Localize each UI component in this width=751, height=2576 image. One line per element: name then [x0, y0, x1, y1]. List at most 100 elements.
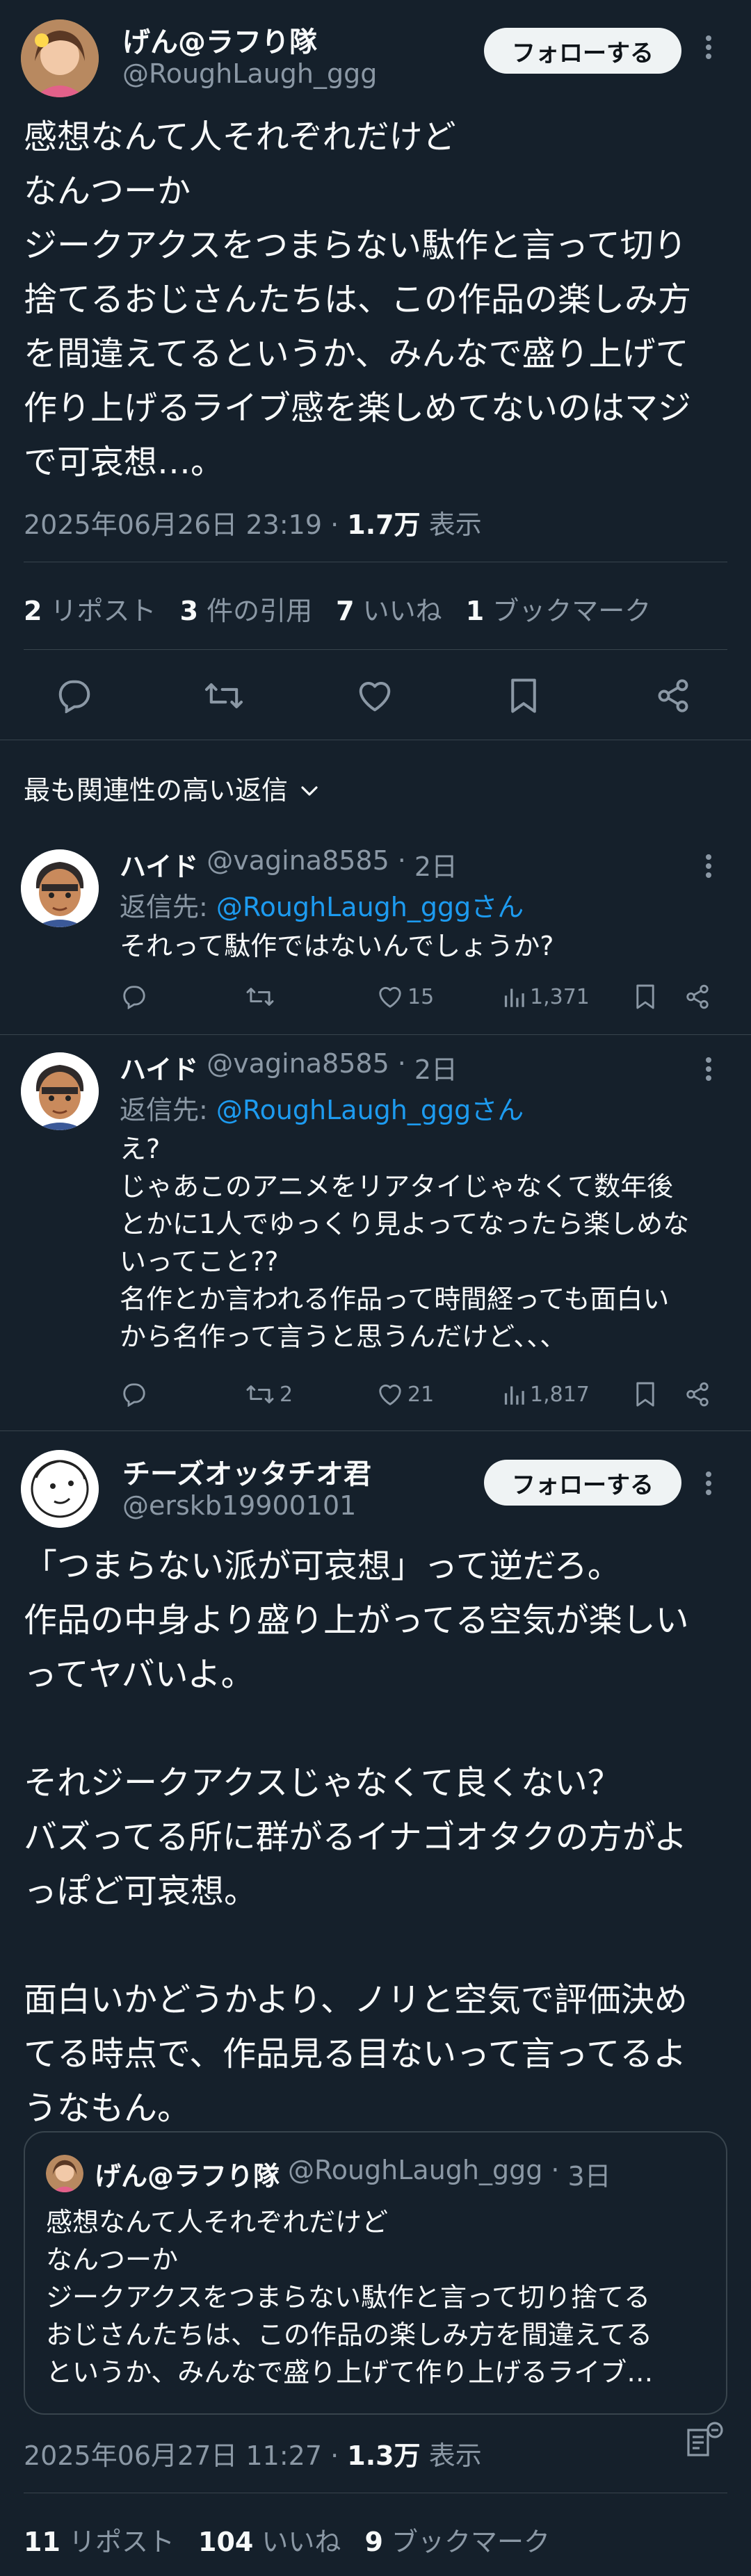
- bookmarks-label: ブックマーク: [492, 596, 652, 626]
- quotes-count: 3: [179, 596, 199, 626]
- avatar[interactable]: [21, 1450, 99, 1528]
- reply-text: それって駄作ではないんでしょうか?: [120, 931, 554, 961]
- reply-icon[interactable]: [56, 678, 93, 713]
- more-options-icon[interactable]: [704, 852, 713, 885]
- more-options-icon[interactable]: [704, 1469, 713, 1502]
- author-name[interactable]: げん@ラフり隊: [122, 19, 317, 60]
- repost-action[interactable]: [245, 984, 280, 1009]
- tweet-line: 感想なんて人それぞれだけど: [24, 117, 456, 156]
- reply-to: 返信先: @RoughLaugh_gggさん: [120, 886, 524, 924]
- like-icon[interactable]: [356, 678, 394, 713]
- view-count: 1.3万: [347, 2440, 421, 2471]
- views-icon: [504, 988, 524, 1007]
- reply-text: え? じゃあこのアニメをリアタイじゃなくて数年後 とかに1人でゆっくり見よってな…: [120, 1134, 690, 1352]
- reply-to: 返信先: @RoughLaugh_gggさん: [120, 1089, 524, 1127]
- reply-time[interactable]: 2日: [414, 1048, 458, 1086]
- time-separator: ·: [551, 2155, 560, 2185]
- likes-label: いいね: [261, 2527, 341, 2557]
- bookmarks-stat[interactable]: 1 ブックマーク: [466, 589, 652, 628]
- reply-to-link[interactable]: @RoughLaugh_gggさん: [216, 1095, 524, 1125]
- more-options-icon[interactable]: [704, 1055, 713, 1088]
- repost-action[interactable]: 2: [245, 1382, 293, 1407]
- likes-count: 7: [336, 596, 355, 626]
- views-count: 1,817: [530, 1382, 590, 1407]
- bookmarks-stat[interactable]: 9 ブックマーク: [364, 2520, 550, 2559]
- timestamp[interactable]: 2025年06月27日 11:27: [24, 2440, 322, 2471]
- reposts-stat[interactable]: 11 リポスト: [24, 2520, 175, 2559]
- reposts-label: リポスト: [50, 596, 156, 626]
- views-icon: [504, 1386, 524, 1405]
- like-action[interactable]: 15: [377, 984, 434, 1009]
- views-action[interactable]: 1,371: [502, 984, 590, 1009]
- quoted-author-name: げん@ラフり隊: [95, 2161, 280, 2192]
- divider: [24, 649, 727, 650]
- like-action[interactable]: 21: [377, 1382, 434, 1407]
- quotes-stat[interactable]: 3 件の引用: [180, 589, 313, 628]
- follow-button[interactable]: フォローする: [484, 1460, 681, 1506]
- avatar[interactable]: [21, 849, 99, 927]
- like-icon: [379, 986, 401, 1008]
- grok-icon[interactable]: [683, 2422, 725, 2466]
- author-handle[interactable]: @vagina8585: [207, 1048, 389, 1086]
- reply-to-label: 返信先:: [120, 1095, 216, 1125]
- bookmark-icon[interactable]: [634, 983, 656, 1013]
- author-handle[interactable]: @vagina8585: [207, 845, 389, 883]
- time-separator: ·: [397, 1048, 406, 1079]
- tweet-meta: 2025年06月27日 11:27 · 1.3万 表示: [24, 2434, 482, 2472]
- likes-stat[interactable]: 104 いいね: [198, 2520, 341, 2559]
- author-handle[interactable]: @erskb19900101: [122, 1490, 356, 1521]
- tweet-text: 感想なんて人それぞれだけど なんつーか ジークアクスをつまらない駄作と言って切り…: [24, 110, 733, 489]
- tweet-line: を間違えてるというか、みんなで盛り上げて: [24, 334, 689, 373]
- share-icon[interactable]: [684, 1380, 711, 1411]
- like-icon: [379, 1384, 401, 1405]
- like-count: 21: [407, 1382, 435, 1407]
- repost-icon: [246, 1385, 274, 1403]
- reposts-label: リポスト: [68, 2527, 175, 2557]
- reply-header: ハイド @vagina8585 · 2日: [120, 845, 458, 883]
- bookmark-icon[interactable]: [634, 1380, 656, 1411]
- share-icon[interactable]: [655, 677, 691, 715]
- views-count: 1,371: [530, 984, 590, 1009]
- quoted-author-handle: @RoughLaugh_ggg: [288, 2155, 543, 2185]
- action-bar: [0, 667, 751, 723]
- bookmarks-label: ブックマーク: [391, 2527, 550, 2557]
- reply-icon[interactable]: [121, 1382, 147, 1410]
- tweet-line: 捨てるおじさんたちは、この作品の楽しみ方: [24, 280, 692, 319]
- tweet-meta: 2025年06月26日 23:19 · 1.7万 表示: [24, 503, 482, 541]
- quoted-text: 感想なんて人それぞれだけど なんつーか ジークアクスをつまらない駄作と言って切り…: [46, 2207, 654, 2388]
- author-name[interactable]: チーズオッタチオ君: [122, 1451, 371, 1492]
- follow-button[interactable]: フォローする: [484, 28, 681, 74]
- tweet-line: で可哀想…。: [24, 443, 225, 482]
- reposts-count: 2: [24, 596, 42, 626]
- avatar[interactable]: [21, 19, 99, 97]
- reposts-count: 11: [24, 2527, 60, 2557]
- author-name[interactable]: ハイド: [120, 1048, 198, 1086]
- reply-header: ハイド @vagina8585 · 2日: [120, 1048, 458, 1086]
- reply-to-label: 返信先:: [120, 892, 216, 922]
- share-icon[interactable]: [684, 983, 711, 1013]
- author-name[interactable]: ハイド: [120, 845, 198, 883]
- author-handle[interactable]: @RoughLaugh_ggg: [122, 58, 377, 89]
- tweet-line: ジークアクスをつまらない駄作と言って切り: [24, 226, 687, 265]
- reply-sort-selector[interactable]: 最も関連性の高い返信: [24, 769, 318, 807]
- reply-actions: 15 1,371: [120, 979, 718, 1018]
- reply-icon[interactable]: [121, 984, 147, 1012]
- bookmarks-count: 1: [465, 596, 485, 626]
- bookmarks-count: 9: [364, 2527, 383, 2557]
- likes-stat[interactable]: 7 いいね: [336, 589, 442, 628]
- quoted-time: 3日: [567, 2161, 611, 2192]
- timestamp[interactable]: 2025年06月26日 23:19: [24, 510, 322, 540]
- divider: [0, 1430, 751, 1431]
- avatar[interactable]: [21, 1052, 99, 1130]
- bookmark-icon[interactable]: [508, 677, 540, 715]
- reply-actions: 2 21 1,817: [120, 1376, 718, 1415]
- more-options-icon[interactable]: [704, 33, 713, 66]
- reply-time[interactable]: 2日: [414, 845, 458, 883]
- quoted-tweet-card[interactable]: げん@ラフり隊 @RoughLaugh_ggg · 3日 感想なんて人それぞれだ…: [24, 2131, 727, 2415]
- chevron-down-icon: [300, 773, 318, 804]
- reply-to-link[interactable]: @RoughLaugh_gggさん: [216, 892, 524, 922]
- views-action[interactable]: 1,817: [502, 1382, 590, 1407]
- reposts-stat[interactable]: 2 リポスト: [24, 589, 156, 628]
- quotes-label: 件の引用: [207, 596, 313, 626]
- repost-icon[interactable]: [203, 678, 245, 713]
